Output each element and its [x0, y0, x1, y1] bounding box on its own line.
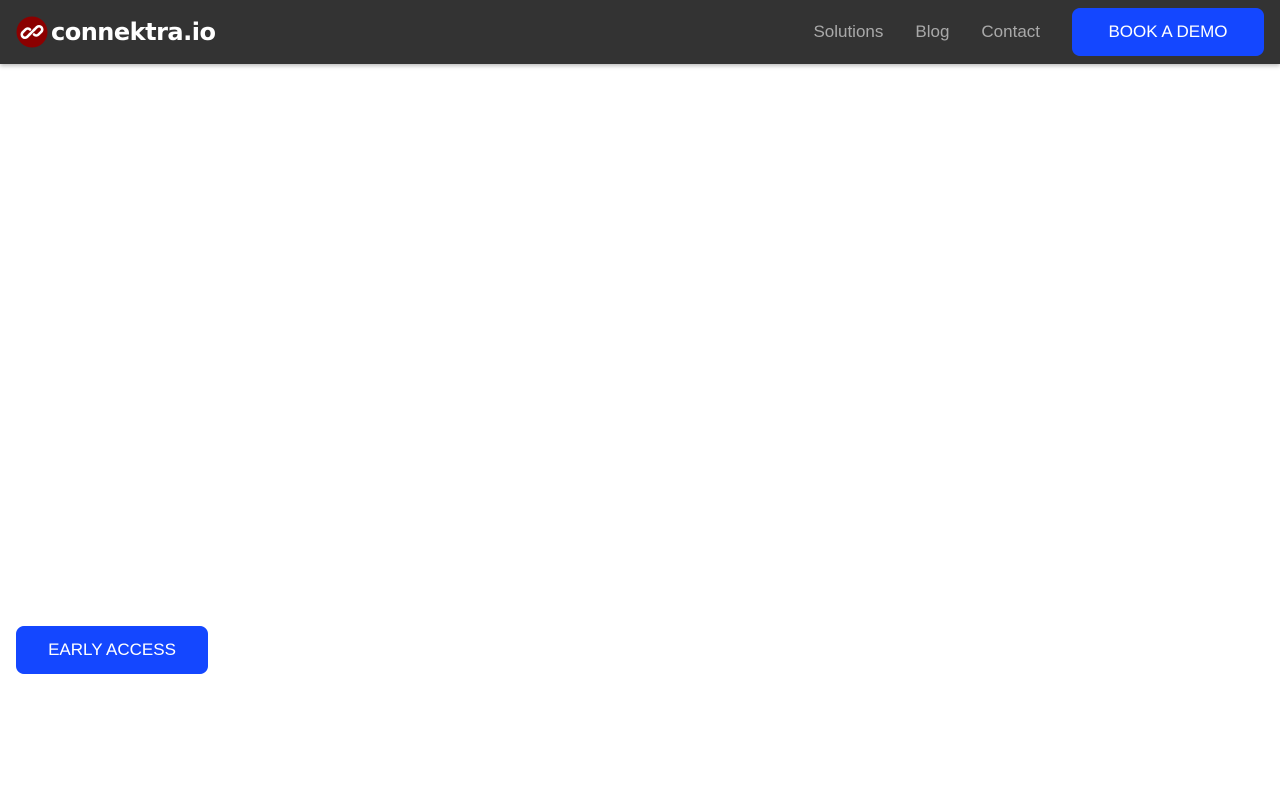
hero-section: EARLY ACCESS: [0, 64, 1280, 800]
nav-link-solutions[interactable]: Solutions: [813, 22, 883, 42]
chain-link-icon: [16, 16, 48, 48]
brand-home-link[interactable]: connektra.io: [16, 16, 216, 48]
early-access-button[interactable]: EARLY ACCESS: [16, 626, 208, 674]
main-nav: Solutions Blog Contact BOOK A DEMO: [813, 8, 1264, 56]
top-navbar: connektra.io Solutions Blog Contact BOOK…: [0, 0, 1280, 64]
brand-name: connektra.io: [51, 18, 216, 46]
nav-link-blog[interactable]: Blog: [915, 22, 949, 42]
book-demo-button[interactable]: BOOK A DEMO: [1072, 8, 1264, 56]
nav-link-contact[interactable]: Contact: [981, 22, 1040, 42]
